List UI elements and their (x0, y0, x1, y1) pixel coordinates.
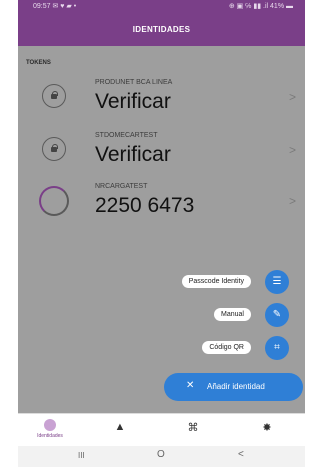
fab-passcode-identity[interactable]: Passcode Identity ☰ (95, 270, 295, 294)
fab-qr-code[interactable]: Código QR ⌗ (95, 336, 295, 360)
token-code: 2250 6473 (95, 194, 195, 217)
nav-identities[interactable]: Identidades (30, 419, 70, 439)
token-row[interactable]: PRODUNET BCA LINEA Verificar > (18, 73, 305, 129)
phone-screen: 09:57 ✉ ♥ ▰ • ⊕ ▣ ℅ ▮▮ .il 41% ▬ IDENTID… (18, 0, 305, 467)
token-row[interactable]: NRCARGATEST 2250 6473 > (18, 177, 305, 233)
token-row[interactable]: STDOMECARTEST Verificar > (18, 126, 305, 182)
fab-manual[interactable]: Manual ✎ (95, 303, 295, 327)
gear-icon: ✸ (262, 422, 272, 434)
recent-apps-button[interactable]: III (78, 451, 85, 460)
fab-label[interactable]: Passcode Identity (181, 275, 251, 288)
back-button[interactable]: < (238, 449, 244, 460)
chevron-right-icon: > (288, 90, 296, 104)
bottom-nav: Identidades ▲ ⌘ ✸ (18, 413, 305, 446)
token-code[interactable]: Verificar (95, 90, 171, 114)
app-bar: IDENTIDADES (18, 13, 305, 46)
qr-scan-icon[interactable]: ⌗ (265, 336, 289, 360)
add-identity-label: Añadir identidad (207, 382, 265, 391)
status-left: 09:57 ✉ ♥ ▰ • (33, 3, 77, 10)
close-icon: ✕ (186, 380, 195, 391)
lock-icon (42, 84, 66, 108)
nav-identities-label: Identidades (37, 433, 63, 439)
chat-icon[interactable]: ☰ (265, 270, 289, 294)
add-identity-button[interactable]: ✕ Añadir identidad (164, 373, 303, 401)
fab-label[interactable]: Código QR (202, 341, 251, 354)
bell-icon: ▲ (114, 421, 126, 433)
page-title: IDENTIDADES (132, 25, 191, 34)
fab-label[interactable]: Manual (214, 308, 251, 321)
chevron-right-icon: > (288, 194, 296, 208)
token-name: NRCARGATEST (95, 183, 148, 190)
token-name: STDOMECARTEST (95, 132, 158, 139)
lock-icon (42, 137, 66, 161)
token-code[interactable]: Verificar (95, 143, 171, 167)
progress-ring-icon (39, 186, 69, 216)
scan-icon: ⌘ (187, 422, 199, 434)
pencil-icon[interactable]: ✎ (265, 303, 289, 327)
nav-settings[interactable]: ✸ (247, 421, 287, 434)
token-name: PRODUNET BCA LINEA (95, 79, 173, 86)
status-right: ⊕ ▣ ℅ ▮▮ .il 41% ▬ (228, 3, 293, 10)
identities-icon (44, 419, 56, 431)
section-label-tokens: TOKENS (26, 60, 51, 66)
nav-notifications[interactable]: ▲ (100, 421, 140, 433)
status-bar: 09:57 ✉ ♥ ▰ • ⊕ ▣ ℅ ▮▮ .il 41% ▬ (18, 0, 305, 13)
system-nav-bar: III O < (18, 446, 305, 467)
nav-scan[interactable]: ⌘ (173, 421, 213, 434)
home-button[interactable]: O (157, 449, 165, 460)
chevron-right-icon: > (288, 143, 296, 157)
